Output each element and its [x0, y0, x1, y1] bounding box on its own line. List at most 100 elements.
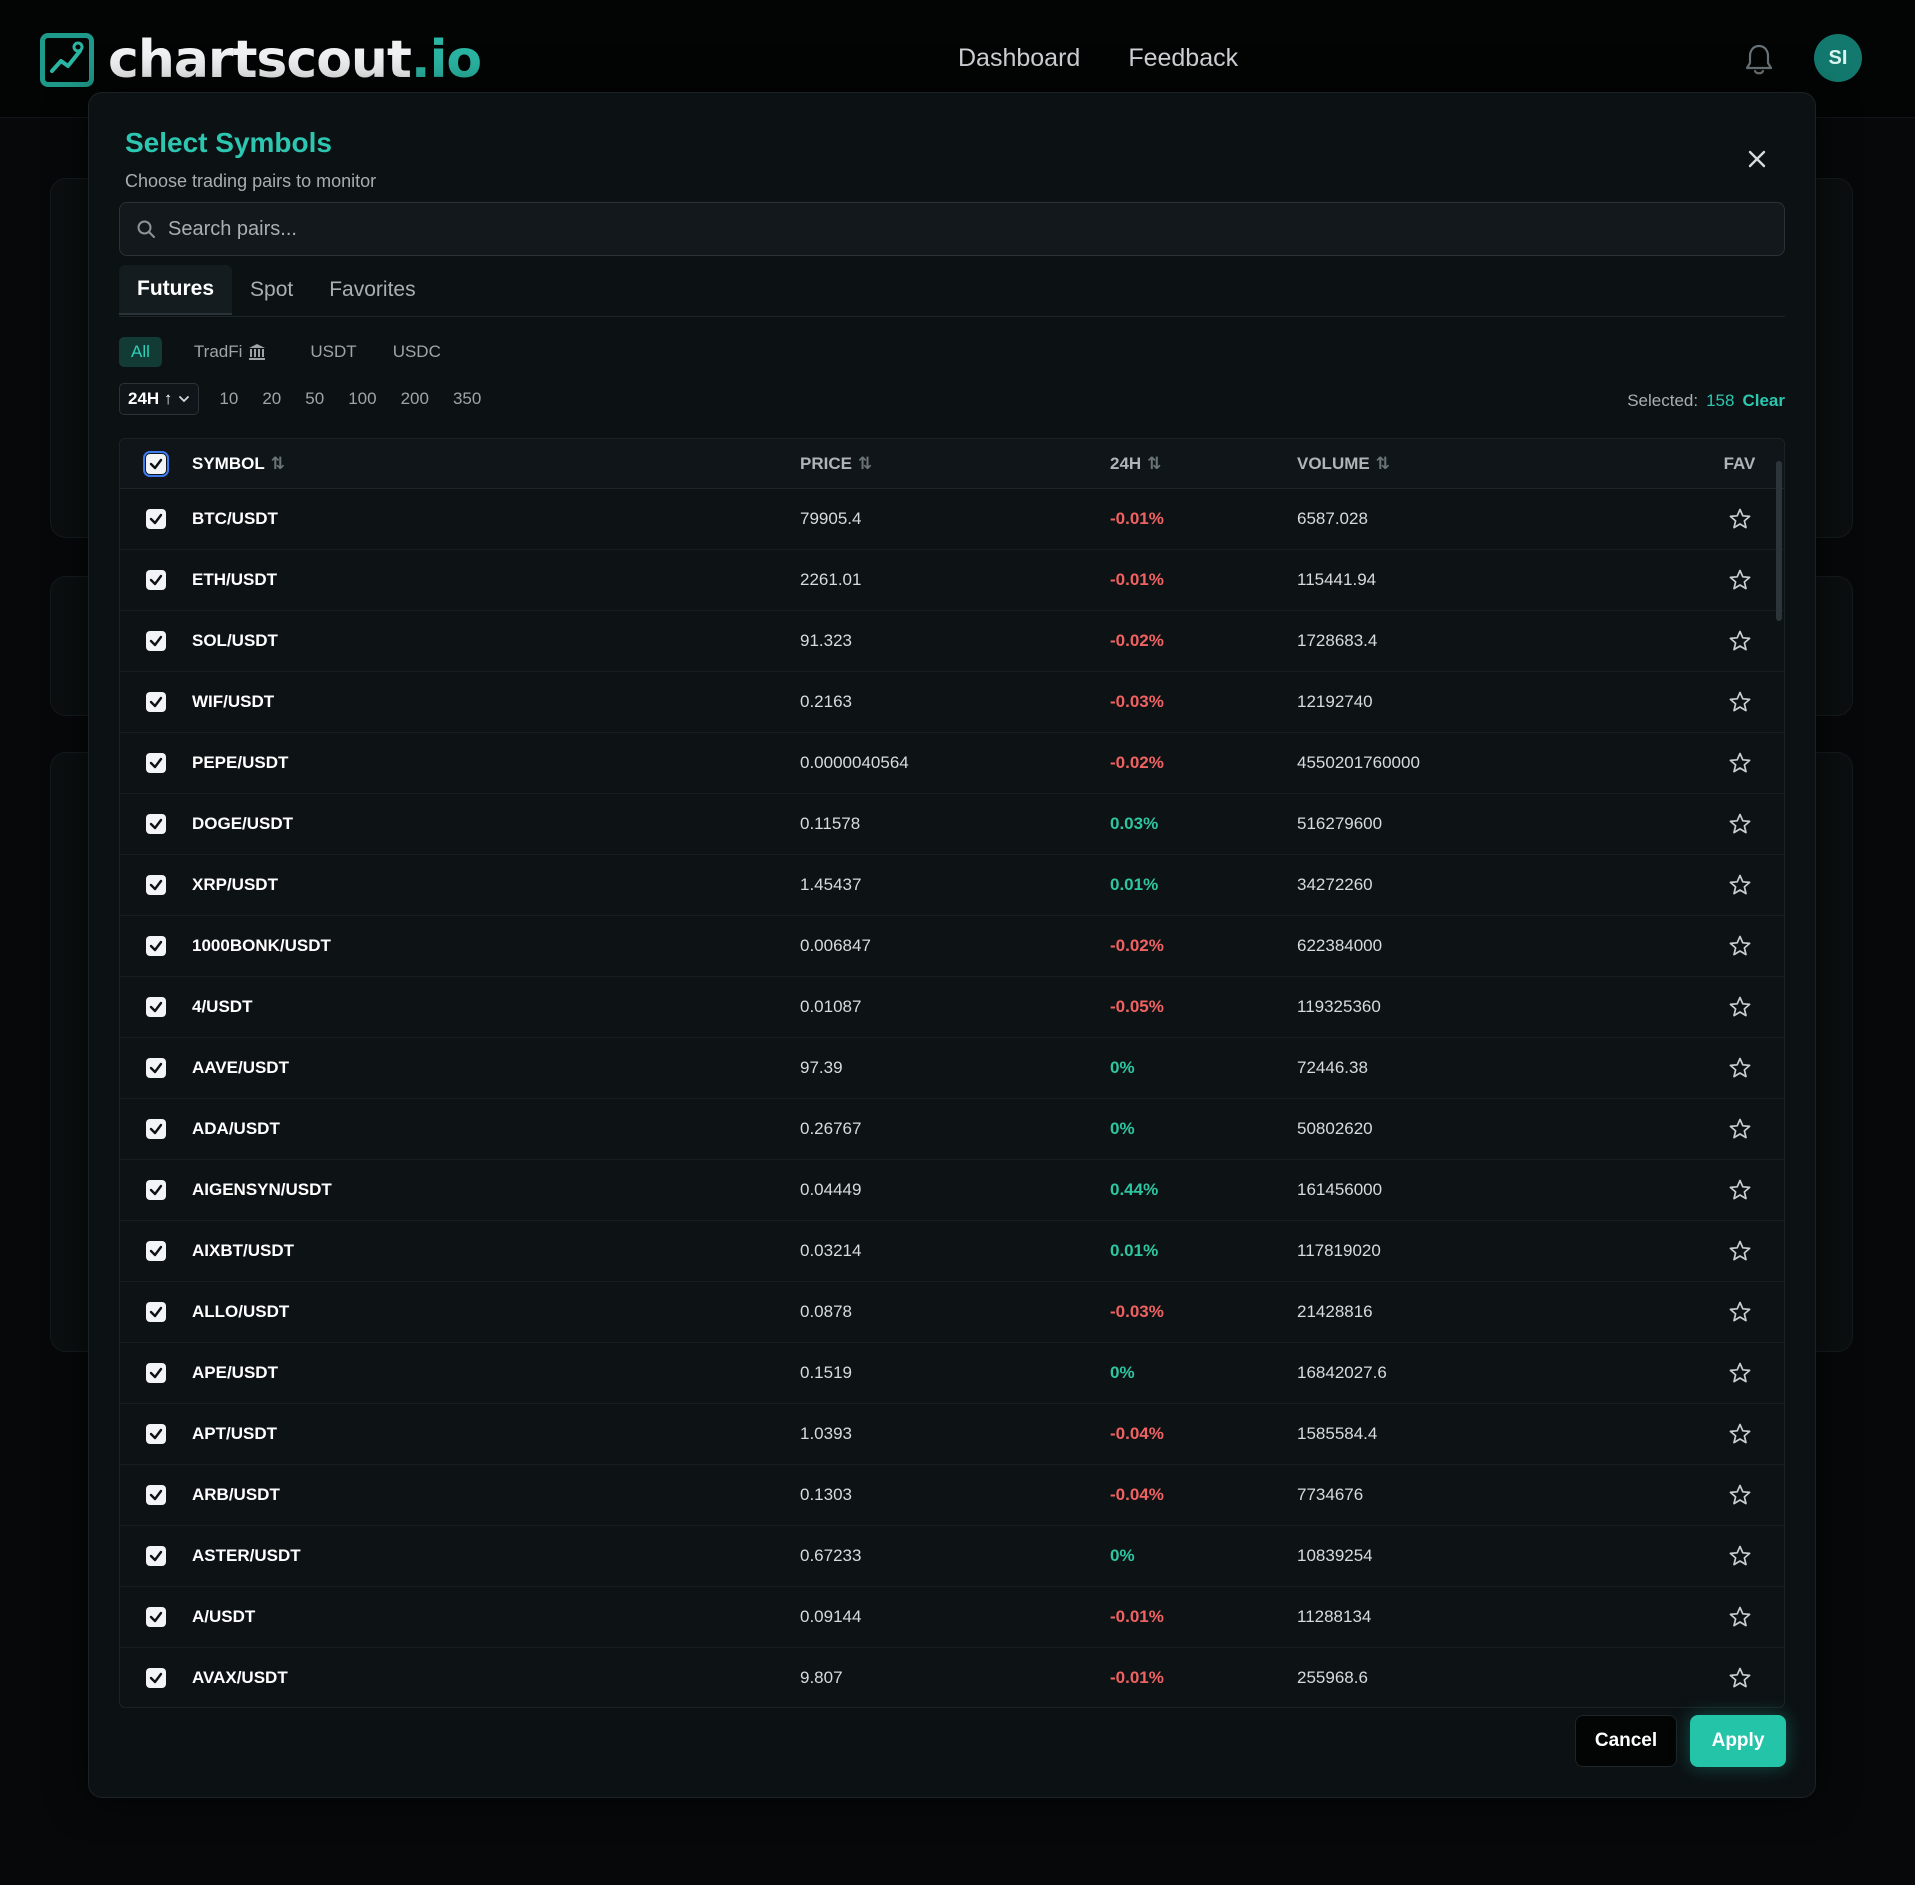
row-symbol: ASTER/USDT	[192, 1546, 301, 1565]
row-checkbox[interactable]	[146, 1119, 166, 1139]
scroll-thumb[interactable]	[1776, 461, 1782, 621]
star-icon[interactable]	[1728, 1239, 1752, 1263]
star-icon[interactable]	[1728, 1544, 1752, 1568]
star-icon[interactable]	[1728, 1056, 1752, 1080]
row-checkbox[interactable]	[146, 631, 166, 651]
search-input[interactable]	[168, 217, 1668, 241]
row-volume: 516279600	[1297, 814, 1383, 833]
row-checkbox[interactable]	[146, 1546, 166, 1566]
tab-spot[interactable]: Spot	[232, 265, 311, 315]
table-row[interactable]: XRP/USDT 1.45437 0.01% 34272260	[120, 855, 1784, 916]
table-row[interactable]: ALLO/USDT 0.0878 -0.03% 21428816	[120, 1282, 1784, 1343]
star-icon[interactable]	[1728, 507, 1752, 531]
row-checkbox[interactable]	[146, 875, 166, 895]
star-icon[interactable]	[1728, 1422, 1752, 1446]
row-price: 2261.01	[800, 570, 862, 589]
row-price: 79905.4	[800, 509, 862, 528]
star-icon[interactable]	[1728, 751, 1752, 775]
table-row[interactable]: AVAX/USDT 9.807 -0.01% 255968.6	[120, 1648, 1784, 1707]
table-row[interactable]: ADA/USDT 0.26767 0% 50802620	[120, 1099, 1784, 1160]
star-icon[interactable]	[1728, 812, 1752, 836]
row-volume: 622384000	[1297, 936, 1383, 955]
user-avatar[interactable]: SI	[1814, 34, 1862, 82]
size-option-200[interactable]: 200	[397, 385, 433, 413]
row-checkbox[interactable]	[146, 1241, 166, 1261]
tab-futures[interactable]: Futures	[119, 265, 233, 315]
size-option-20[interactable]: 20	[258, 385, 285, 413]
filter-usdt[interactable]: USDT	[298, 337, 368, 367]
star-icon[interactable]	[1728, 873, 1752, 897]
table-row[interactable]: A/USDT 0.09144 -0.01% 11288134	[120, 1587, 1784, 1648]
star-icon[interactable]	[1728, 1117, 1752, 1141]
table-row[interactable]: 4/USDT 0.01087 -0.05% 119325360	[120, 977, 1784, 1038]
star-icon[interactable]	[1728, 1666, 1752, 1690]
row-checkbox[interactable]	[146, 1424, 166, 1444]
row-checkbox[interactable]	[146, 1363, 166, 1383]
star-icon[interactable]	[1728, 934, 1752, 958]
clear-button[interactable]: Clear	[1742, 391, 1785, 411]
size-option-350[interactable]: 350	[449, 385, 485, 413]
filter-all[interactable]: All	[119, 337, 162, 367]
star-icon[interactable]	[1728, 1605, 1752, 1629]
sort-24h[interactable]: 24H ⇅	[1110, 454, 1161, 474]
row-checkbox[interactable]	[146, 692, 166, 712]
row-checkbox[interactable]	[146, 1058, 166, 1078]
row-checkbox[interactable]	[146, 1607, 166, 1627]
table-row[interactable]: 1000BONK/USDT 0.006847 -0.02% 622384000	[120, 916, 1784, 977]
table-row[interactable]: APE/USDT 0.1519 0% 16842027.6	[120, 1343, 1784, 1404]
star-icon[interactable]	[1728, 995, 1752, 1019]
star-icon[interactable]	[1728, 1178, 1752, 1202]
table-row[interactable]: ETH/USDT 2261.01 -0.01% 115441.94	[120, 550, 1784, 611]
size-option-10[interactable]: 10	[215, 385, 242, 413]
row-change: 0%	[1110, 1058, 1135, 1077]
nav-link-feedback[interactable]: Feedback	[1128, 44, 1238, 73]
filter-tradfi[interactable]: TradFi	[182, 337, 279, 367]
tab-favorites[interactable]: Favorites	[311, 265, 433, 315]
sort-volume[interactable]: VOLUME ⇅	[1297, 454, 1390, 474]
filter-usdc[interactable]: USDC	[381, 337, 453, 367]
row-volume: 1728683.4	[1297, 631, 1378, 650]
table-row[interactable]: WIF/USDT 0.2163 -0.03% 12192740	[120, 672, 1784, 733]
star-icon[interactable]	[1728, 1361, 1752, 1385]
row-checkbox[interactable]	[146, 1668, 166, 1688]
row-symbol: DOGE/USDT	[192, 814, 294, 833]
table-row[interactable]: AIXBT/USDT 0.03214 0.01% 117819020	[120, 1221, 1784, 1282]
search-field[interactable]	[119, 202, 1785, 256]
nav-link-dashboard[interactable]: Dashboard	[958, 44, 1080, 73]
scrollbar[interactable]	[1774, 451, 1782, 1691]
table-row[interactable]: DOGE/USDT 0.11578 0.03% 516279600	[120, 794, 1784, 855]
table-row[interactable]: APT/USDT 1.0393 -0.04% 1585584.4	[120, 1404, 1784, 1465]
table-row[interactable]: AIGENSYN/USDT 0.04449 0.44% 161456000	[120, 1160, 1784, 1221]
star-icon[interactable]	[1728, 690, 1752, 714]
brand-logo[interactable]: chartscout.io	[40, 30, 482, 90]
table-row[interactable]: ASTER/USDT 0.67233 0% 10839254	[120, 1526, 1784, 1587]
star-icon[interactable]	[1728, 1300, 1752, 1324]
row-checkbox[interactable]	[146, 509, 166, 529]
table-row[interactable]: SOL/USDT 91.323 -0.02% 1728683.4	[120, 611, 1784, 672]
row-checkbox[interactable]	[146, 753, 166, 773]
close-icon[interactable]	[1741, 143, 1773, 175]
sort-symbol[interactable]: SYMBOL ⇅	[192, 454, 285, 474]
table-row[interactable]: ARB/USDT 0.1303 -0.04% 7734676	[120, 1465, 1784, 1526]
star-icon[interactable]	[1728, 629, 1752, 653]
period-dropdown[interactable]: 24H ↑	[119, 383, 200, 415]
select-all-checkbox[interactable]	[143, 450, 169, 477]
table-row[interactable]: BTC/USDT 79905.4 -0.01% 6587.028	[120, 489, 1784, 550]
cancel-button[interactable]: Cancel	[1575, 1715, 1677, 1767]
row-checkbox[interactable]	[146, 1180, 166, 1200]
row-checkbox[interactable]	[146, 1302, 166, 1322]
sort-price[interactable]: PRICE ⇅	[800, 454, 872, 474]
row-checkbox[interactable]	[146, 814, 166, 834]
bell-icon[interactable]	[1744, 42, 1774, 76]
size-option-50[interactable]: 50	[301, 385, 328, 413]
star-icon[interactable]	[1728, 1483, 1752, 1507]
row-checkbox[interactable]	[146, 1485, 166, 1505]
row-checkbox[interactable]	[146, 997, 166, 1017]
size-option-100[interactable]: 100	[344, 385, 380, 413]
table-row[interactable]: AAVE/USDT 97.39 0% 72446.38	[120, 1038, 1784, 1099]
star-icon[interactable]	[1728, 568, 1752, 592]
row-checkbox[interactable]	[146, 570, 166, 590]
apply-button[interactable]: Apply	[1690, 1715, 1786, 1767]
row-checkbox[interactable]	[146, 936, 166, 956]
table-row[interactable]: PEPE/USDT 0.0000040564 -0.02% 4550201760000	[120, 733, 1784, 794]
